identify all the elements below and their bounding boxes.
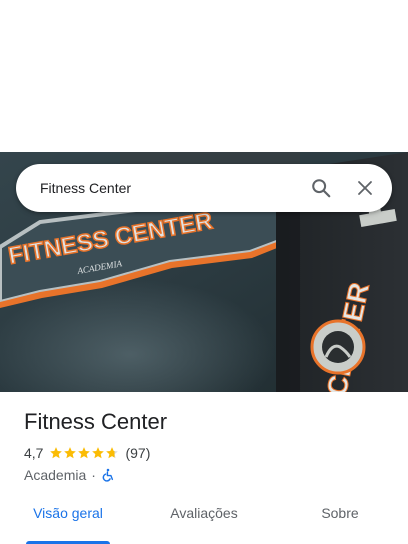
tab-about[interactable]: Sobre: [272, 494, 408, 544]
star-half-icon: [106, 447, 119, 459]
top-blank-area: [0, 0, 408, 152]
wheelchair-icon[interactable]: [101, 468, 115, 482]
star-icon: [92, 447, 105, 459]
place-info: Fitness Center 4,7 (97) Academia ·: [24, 408, 384, 485]
place-category: Academia: [24, 467, 87, 483]
star-icon: [64, 447, 77, 459]
close-icon[interactable]: [345, 168, 385, 208]
tab-label: Avaliações: [170, 505, 238, 521]
search-bar[interactable]: Fitness Center: [16, 164, 392, 212]
rating-value: 4,7: [24, 445, 44, 461]
tab-reviews[interactable]: Avaliações: [136, 494, 272, 544]
star-icon: [78, 447, 91, 459]
rating-row[interactable]: 4,7 (97): [24, 443, 384, 463]
category-row: Academia ·: [24, 465, 384, 485]
tab-label: Visão geral: [33, 505, 103, 521]
search-icon[interactable]: [301, 168, 341, 208]
place-page: FITNESS CENTER ACADEMIA CENTER Fitness C…: [0, 0, 408, 544]
search-input[interactable]: Fitness Center: [40, 180, 301, 196]
rating-stars: [49, 446, 119, 460]
review-count[interactable]: (97): [125, 445, 150, 461]
tab-label: Sobre: [321, 505, 359, 521]
tab-overview[interactable]: Visão geral: [0, 494, 136, 544]
tab-bar: Visão geral Avaliações Sobre: [0, 494, 408, 544]
place-title: Fitness Center: [24, 409, 168, 434]
separator-dot: ·: [91, 467, 96, 483]
star-icon: [50, 447, 63, 459]
